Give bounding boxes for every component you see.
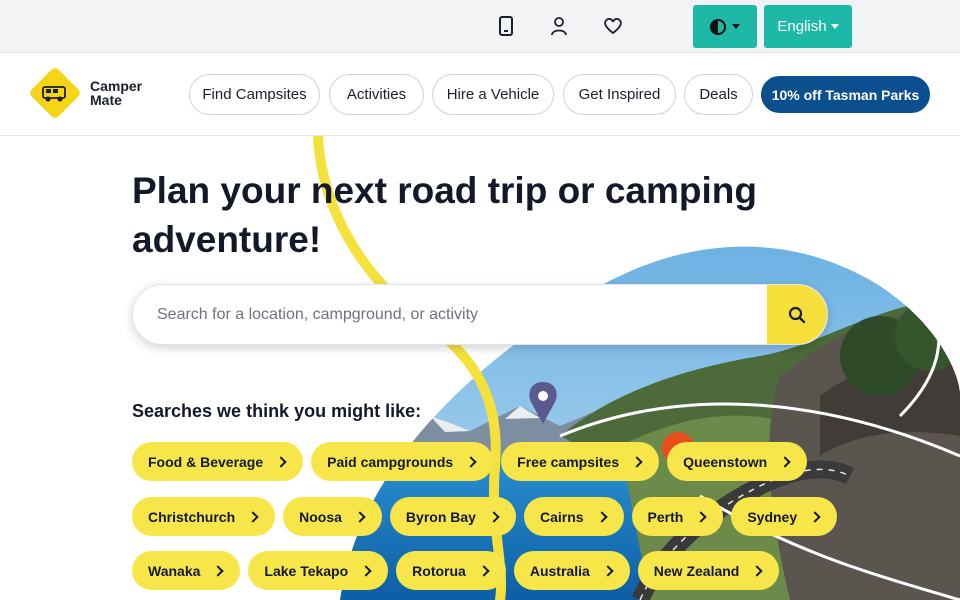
contrast-icon (710, 18, 726, 35)
page-title: Plan your next road trip or camping adve… (132, 170, 757, 260)
chip-queenstown[interactable]: Queenstown (667, 442, 808, 481)
search-bar (132, 284, 828, 345)
chevron-down-icon (830, 24, 839, 29)
language-select[interactable]: English (764, 5, 852, 48)
chip-lake-tekapo[interactable]: Lake Tekapo (248, 551, 389, 590)
chevron-right-icon (595, 510, 608, 523)
nav-hire-a-vehicle[interactable]: Hire a Vehicle (432, 74, 554, 115)
theme-toggle-button[interactable] (693, 5, 757, 48)
nav-find-campsites[interactable]: Find Campsites (189, 74, 320, 115)
chip-row-2: Christchurch Noosa Byron Bay Cairns Pert… (132, 497, 838, 536)
chip-food-beverage[interactable]: Food & Beverage (132, 442, 304, 481)
chip-rotorua[interactable]: Rotorua (396, 551, 506, 590)
chevron-right-icon (275, 455, 287, 468)
search-input[interactable] (157, 285, 757, 344)
chip-christchurch[interactable]: Christchurch (132, 497, 276, 536)
chevron-right-icon (488, 510, 500, 523)
campervan-logo-icon (28, 66, 82, 120)
main-nav: Camper Mate Find Campsites Activities Hi… (0, 54, 960, 136)
language-label: English (777, 18, 827, 35)
chevron-right-icon (695, 510, 707, 523)
chevron-right-icon (360, 564, 372, 577)
utility-bar: English (0, 0, 960, 53)
chip-australia[interactable]: Australia (513, 551, 630, 590)
chevron-right-icon (465, 455, 477, 468)
chip-free-campsites[interactable]: Free campsites (501, 442, 660, 481)
chip-cairns[interactable]: Cairns (523, 497, 624, 536)
chip-new-zealand[interactable]: New Zealand (637, 551, 780, 590)
chevron-right-icon (354, 510, 366, 523)
phone-icon[interactable] (494, 14, 518, 38)
chip-sydney[interactable]: Sydney (731, 497, 838, 536)
nav-deals[interactable]: Deals (684, 74, 753, 115)
chevron-right-icon (478, 564, 490, 577)
chip-byron-bay[interactable]: Byron Bay (389, 497, 516, 536)
chevron-right-icon (212, 564, 225, 577)
nav-activities[interactable]: Activities (329, 74, 424, 115)
logo[interactable]: Camper Mate (28, 66, 143, 120)
promo-tasman-parks-button[interactable]: 10% off Tasman Parks (761, 76, 930, 113)
chip-row-1: Food & Beverage Paid campgrounds Free ca… (132, 442, 808, 481)
heart-icon[interactable] (601, 14, 625, 38)
chip-noosa[interactable]: Noosa (283, 497, 382, 536)
suggestions-heading: Searches we think you might like: (132, 401, 422, 421)
chevron-right-icon (809, 510, 821, 523)
chip-row-3: Wanaka Lake Tekapo Rotorua Australia New… (132, 551, 780, 590)
search-button[interactable] (767, 285, 827, 344)
chip-perth[interactable]: Perth (631, 497, 724, 536)
logo-text: Camper Mate (90, 78, 143, 108)
chevron-right-icon (779, 455, 791, 468)
chip-paid-campgrounds[interactable]: Paid campgrounds (311, 442, 494, 481)
search-icon (788, 306, 806, 323)
chevron-right-icon (247, 510, 259, 523)
chevron-down-icon (732, 24, 740, 29)
nav-get-inspired[interactable]: Get Inspired (563, 74, 676, 115)
user-icon[interactable] (547, 14, 571, 38)
chevron-right-icon (602, 564, 614, 577)
chip-wanaka[interactable]: Wanaka (132, 551, 241, 590)
chevron-right-icon (631, 455, 643, 468)
chevron-right-icon (751, 564, 764, 577)
